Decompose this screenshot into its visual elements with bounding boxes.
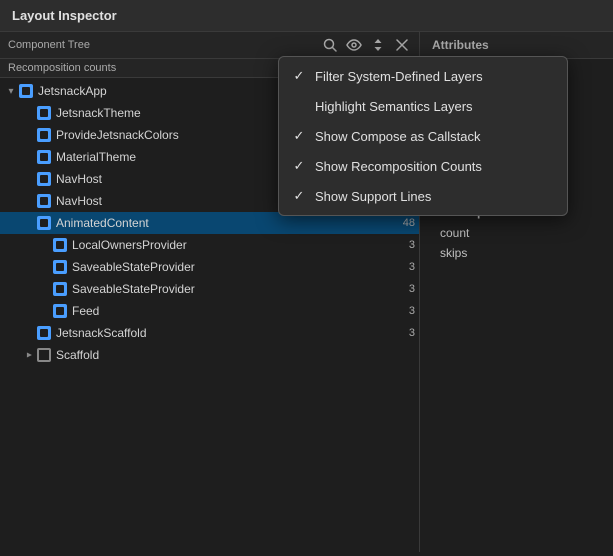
menu-label-highlight-semantics: Highlight Semantics Layers	[315, 99, 555, 114]
node-count-saveablestateprovider2: 3	[395, 283, 415, 295]
menu-item-highlight-semantics[interactable]: ✓ Highlight Semantics Layers	[279, 91, 567, 121]
tree-node-saveablestateprovider1[interactable]: ▾ SaveableStateProvider 3	[0, 256, 419, 278]
compose-icon-saveablestateprovider1	[52, 259, 68, 275]
node-count-localownersprovider: 3	[395, 239, 415, 251]
menu-check-show-support: ✓	[291, 188, 307, 204]
menu-item-show-recomposition[interactable]: ✓ Show Recomposition Counts	[279, 151, 567, 181]
menu-check-show-compose: ✓	[291, 128, 307, 144]
node-label-animatedcontent: AnimatedContent	[56, 216, 391, 230]
node-count-animatedcontent: 48	[395, 217, 415, 229]
expand-arrow-scaffold[interactable]: ▾	[22, 348, 36, 362]
attributes-header: Attributes	[420, 32, 613, 59]
compose-icon-navhost2	[36, 193, 52, 209]
eye-icon[interactable]	[345, 36, 363, 54]
tree-node-scaffold[interactable]: ▾ Scaffold	[0, 344, 419, 366]
compose-icon-jetsnacktheme	[36, 105, 52, 121]
node-count-feed: 3	[395, 305, 415, 317]
menu-label-show-support: Show Support Lines	[315, 189, 555, 204]
node-label-scaffold: Scaffold	[56, 348, 415, 362]
node-label-saveablestateprovider2: SaveableStateProvider	[72, 282, 391, 296]
app-title: Layout Inspector	[12, 8, 117, 23]
close-icon[interactable]	[393, 36, 411, 54]
menu-label-filter-system: Filter System-Defined Layers	[315, 69, 555, 84]
attr-skips: skips	[420, 243, 613, 263]
compose-icon-navhost1	[36, 171, 52, 187]
tree-node-saveablestateprovider2[interactable]: ▾ SaveableStateProvider 3	[0, 278, 419, 300]
title-bar: Layout Inspector	[0, 0, 613, 32]
compose-icon-feed	[52, 303, 68, 319]
node-label-saveablestateprovider1: SaveableStateProvider	[72, 260, 391, 274]
menu-check-show-recomposition: ✓	[291, 158, 307, 174]
node-count-jetsnackscaffold: 3	[395, 327, 415, 339]
compose-icon-animatedcontent	[36, 215, 52, 231]
menu-item-show-support[interactable]: ✓ Show Support Lines	[279, 181, 567, 211]
updown-icon[interactable]	[369, 36, 387, 54]
menu-label-show-recomposition: Show Recomposition Counts	[315, 159, 555, 174]
expand-arrow-jetsnackapp[interactable]: ▾	[4, 84, 18, 98]
compose-icon-jetsnackapp	[18, 83, 34, 99]
component-tree-label: Component Tree	[8, 39, 315, 51]
node-label-localownersprovider: LocalOwnersProvider	[72, 238, 391, 252]
compose-icon-jetsnackscaffold	[36, 325, 52, 341]
tree-node-jetsnackscaffold[interactable]: ▾ JetsnackScaffold 3	[0, 322, 419, 344]
compose-icon-localownersprovider	[52, 237, 68, 253]
compose-icon-providejetsnackcolors	[36, 127, 52, 143]
toolbar: Component Tree	[0, 32, 419, 59]
node-label-feed: Feed	[72, 304, 391, 318]
menu-label-show-compose: Show Compose as Callstack	[315, 129, 555, 144]
compose-icon-materialtheme	[36, 149, 52, 165]
tree-node-localownersprovider[interactable]: ▾ LocalOwnersProvider 3	[0, 234, 419, 256]
node-label-jetsnackscaffold: JetsnackScaffold	[56, 326, 391, 340]
tree-node-feed[interactable]: ▾ Feed 3	[0, 300, 419, 322]
attr-count: count	[420, 223, 613, 243]
search-icon[interactable]	[321, 36, 339, 54]
menu-item-show-compose[interactable]: ✓ Show Compose as Callstack	[279, 121, 567, 151]
menu-item-filter-system[interactable]: ✓ Filter System-Defined Layers	[279, 61, 567, 91]
compose-icon-saveablestateprovider2	[52, 281, 68, 297]
menu-check-filter-system: ✓	[291, 68, 307, 84]
node-count-saveablestateprovider1: 3	[395, 261, 415, 273]
layout-icon-scaffold	[36, 347, 52, 363]
dropdown-menu: ✓ Filter System-Defined Layers ✓ Highlig…	[278, 56, 568, 216]
